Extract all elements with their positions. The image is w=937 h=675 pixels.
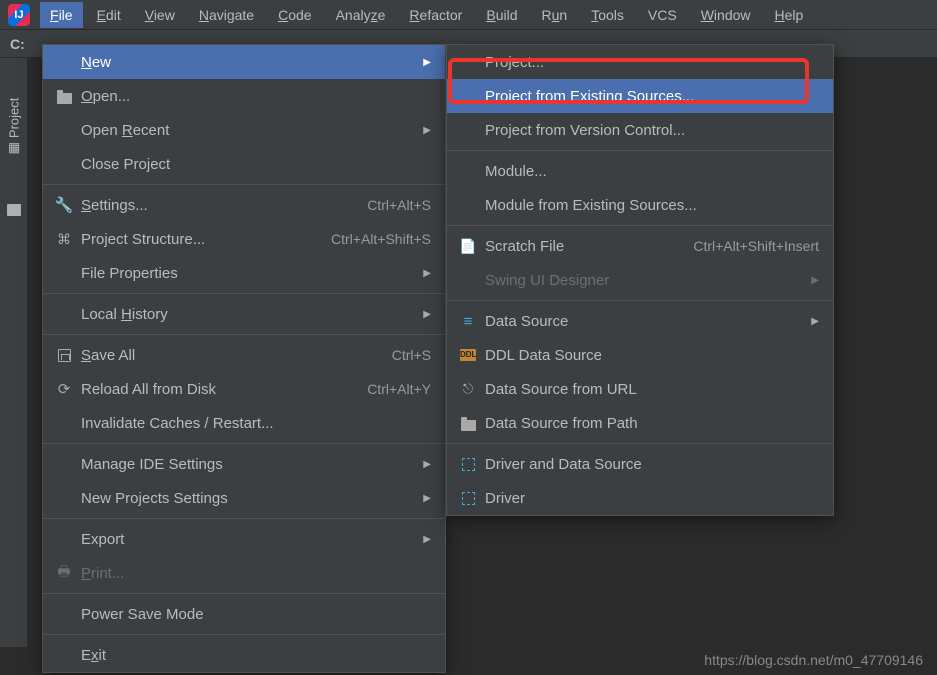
menu-view[interactable]: View bbox=[135, 2, 185, 28]
menu-separator bbox=[43, 518, 445, 519]
submenu-module[interactable]: Module... bbox=[447, 154, 833, 188]
menu-analyze[interactable]: Analyze bbox=[326, 2, 396, 28]
menu-file[interactable]: File bbox=[40, 2, 83, 28]
shortcut-label: Ctrl+Alt+Y bbox=[367, 381, 431, 397]
submenu-driver-data-source[interactable]: Driver and Data Source bbox=[447, 447, 833, 481]
menu-navigate[interactable]: Navigate bbox=[189, 2, 264, 28]
folder-open-icon bbox=[57, 93, 72, 104]
menu-help[interactable]: Help bbox=[765, 2, 814, 28]
save-icon bbox=[58, 349, 71, 362]
shortcut-label: Ctrl+Alt+S bbox=[367, 197, 431, 213]
submenu-driver[interactable]: Driver bbox=[447, 481, 833, 515]
menu-refactor[interactable]: Refactor bbox=[399, 2, 472, 28]
menu-settings[interactable]: 🔧 Settings... Ctrl+Alt+S bbox=[43, 188, 445, 222]
menu-window[interactable]: Window bbox=[691, 2, 761, 28]
menu-separator bbox=[43, 184, 445, 185]
file-menu-dropdown: New ▶ Open... Open Recent ▶ Close Projec… bbox=[42, 44, 446, 673]
app-icon: IJ bbox=[8, 4, 30, 26]
menu-separator bbox=[43, 443, 445, 444]
shortcut-label: Ctrl+Alt+Shift+Insert bbox=[693, 238, 819, 254]
shortcut-label: Ctrl+S bbox=[392, 347, 431, 363]
menu-vcs[interactable]: VCS bbox=[638, 2, 687, 28]
menu-tools[interactable]: Tools bbox=[581, 2, 634, 28]
menu-open[interactable]: Open... bbox=[43, 79, 445, 113]
project-icon: ▦ bbox=[6, 142, 22, 154]
menu-local-history[interactable]: Local History ▶ bbox=[43, 297, 445, 331]
chevron-right-icon: ▶ bbox=[423, 268, 431, 279]
menu-reload-all[interactable]: ⟳ Reload All from Disk Ctrl+Alt+Y bbox=[43, 372, 445, 406]
menubar: IJ File Edit View Navigate Code Analyze … bbox=[0, 0, 937, 30]
menu-build[interactable]: Build bbox=[476, 2, 527, 28]
database-icon: ≡ bbox=[464, 313, 473, 330]
menu-edit[interactable]: Edit bbox=[87, 2, 131, 28]
menu-save-all[interactable]: Save All Ctrl+S bbox=[43, 338, 445, 372]
menu-separator bbox=[43, 334, 445, 335]
menu-separator bbox=[43, 593, 445, 594]
watermark-text: https://blog.csdn.net/m0_47709146 bbox=[704, 652, 923, 668]
new-submenu: Project... Project from Existing Sources… bbox=[446, 44, 834, 516]
driver-icon bbox=[462, 458, 475, 471]
driver-icon bbox=[462, 492, 475, 505]
tool-window-project[interactable]: ▦ Project bbox=[6, 98, 22, 155]
menu-run[interactable]: Run bbox=[532, 2, 578, 28]
print-icon: 🖶 bbox=[57, 561, 70, 585]
chevron-right-icon: ▶ bbox=[423, 459, 431, 470]
submenu-project-vcs[interactable]: Project from Version Control... bbox=[447, 113, 833, 147]
wrench-icon: 🔧 bbox=[55, 196, 74, 214]
menu-close-project[interactable]: Close Project bbox=[43, 147, 445, 181]
chevron-right-icon: ▶ bbox=[811, 316, 819, 327]
submenu-data-source-path[interactable]: Data Source from Path bbox=[447, 406, 833, 440]
menu-manage-ide-settings[interactable]: Manage IDE Settings ▶ bbox=[43, 447, 445, 481]
submenu-project[interactable]: Project... bbox=[447, 45, 833, 79]
tool-window-stripe: ▦ Project bbox=[0, 58, 28, 647]
menu-separator bbox=[447, 300, 833, 301]
shortcut-label: Ctrl+Alt+Shift+S bbox=[331, 231, 431, 247]
submenu-swing-designer: Swing UI Designer ▶ bbox=[447, 263, 833, 297]
menu-separator bbox=[447, 443, 833, 444]
menu-new-projects-settings[interactable]: New Projects Settings ▶ bbox=[43, 481, 445, 515]
chevron-right-icon: ▶ bbox=[423, 309, 431, 320]
menu-separator bbox=[447, 225, 833, 226]
menu-project-structure[interactable]: ⌘ Project Structure... Ctrl+Alt+Shift+S bbox=[43, 222, 445, 256]
chevron-right-icon: ▶ bbox=[423, 493, 431, 504]
menu-new[interactable]: New ▶ bbox=[43, 45, 445, 79]
structure-icon: ⌘ bbox=[57, 231, 71, 248]
menu-file-properties[interactable]: File Properties ▶ bbox=[43, 256, 445, 290]
url-icon: ⎋ bbox=[463, 381, 473, 397]
menu-power-save[interactable]: Power Save Mode bbox=[43, 597, 445, 631]
menu-open-recent[interactable]: Open Recent ▶ bbox=[43, 113, 445, 147]
drive-label: C: bbox=[10, 36, 25, 52]
submenu-scratch-file[interactable]: 📄 Scratch File Ctrl+Alt+Shift+Insert bbox=[447, 229, 833, 263]
submenu-data-source[interactable]: ≡ Data Source ▶ bbox=[447, 304, 833, 338]
menu-separator bbox=[43, 293, 445, 294]
folder-icon bbox=[461, 420, 476, 431]
menu-exit[interactable]: Exit bbox=[43, 638, 445, 672]
menu-separator bbox=[43, 634, 445, 635]
menu-print[interactable]: 🖶 Print... bbox=[43, 556, 445, 590]
tool-window-project-label: Project bbox=[6, 98, 21, 138]
menu-export[interactable]: Export ▶ bbox=[43, 522, 445, 556]
scratch-file-icon: 📄 bbox=[459, 238, 476, 255]
chevron-right-icon: ▶ bbox=[811, 275, 819, 286]
submenu-ddl-data-source[interactable]: DDL DDL Data Source bbox=[447, 338, 833, 372]
submenu-module-existing[interactable]: Module from Existing Sources... bbox=[447, 188, 833, 222]
menu-code[interactable]: Code bbox=[268, 2, 321, 28]
menu-separator bbox=[447, 150, 833, 151]
folder-icon[interactable] bbox=[7, 204, 21, 216]
submenu-data-source-url[interactable]: ⎋ Data Source from URL bbox=[447, 372, 833, 406]
reload-icon: ⟳ bbox=[58, 380, 71, 398]
chevron-right-icon: ▶ bbox=[423, 57, 431, 68]
chevron-right-icon: ▶ bbox=[423, 125, 431, 136]
menu-invalidate-caches[interactable]: Invalidate Caches / Restart... bbox=[43, 406, 445, 440]
submenu-project-existing[interactable]: Project from Existing Sources... bbox=[447, 79, 833, 113]
chevron-right-icon: ▶ bbox=[423, 534, 431, 545]
ddl-icon: DDL bbox=[460, 349, 476, 361]
